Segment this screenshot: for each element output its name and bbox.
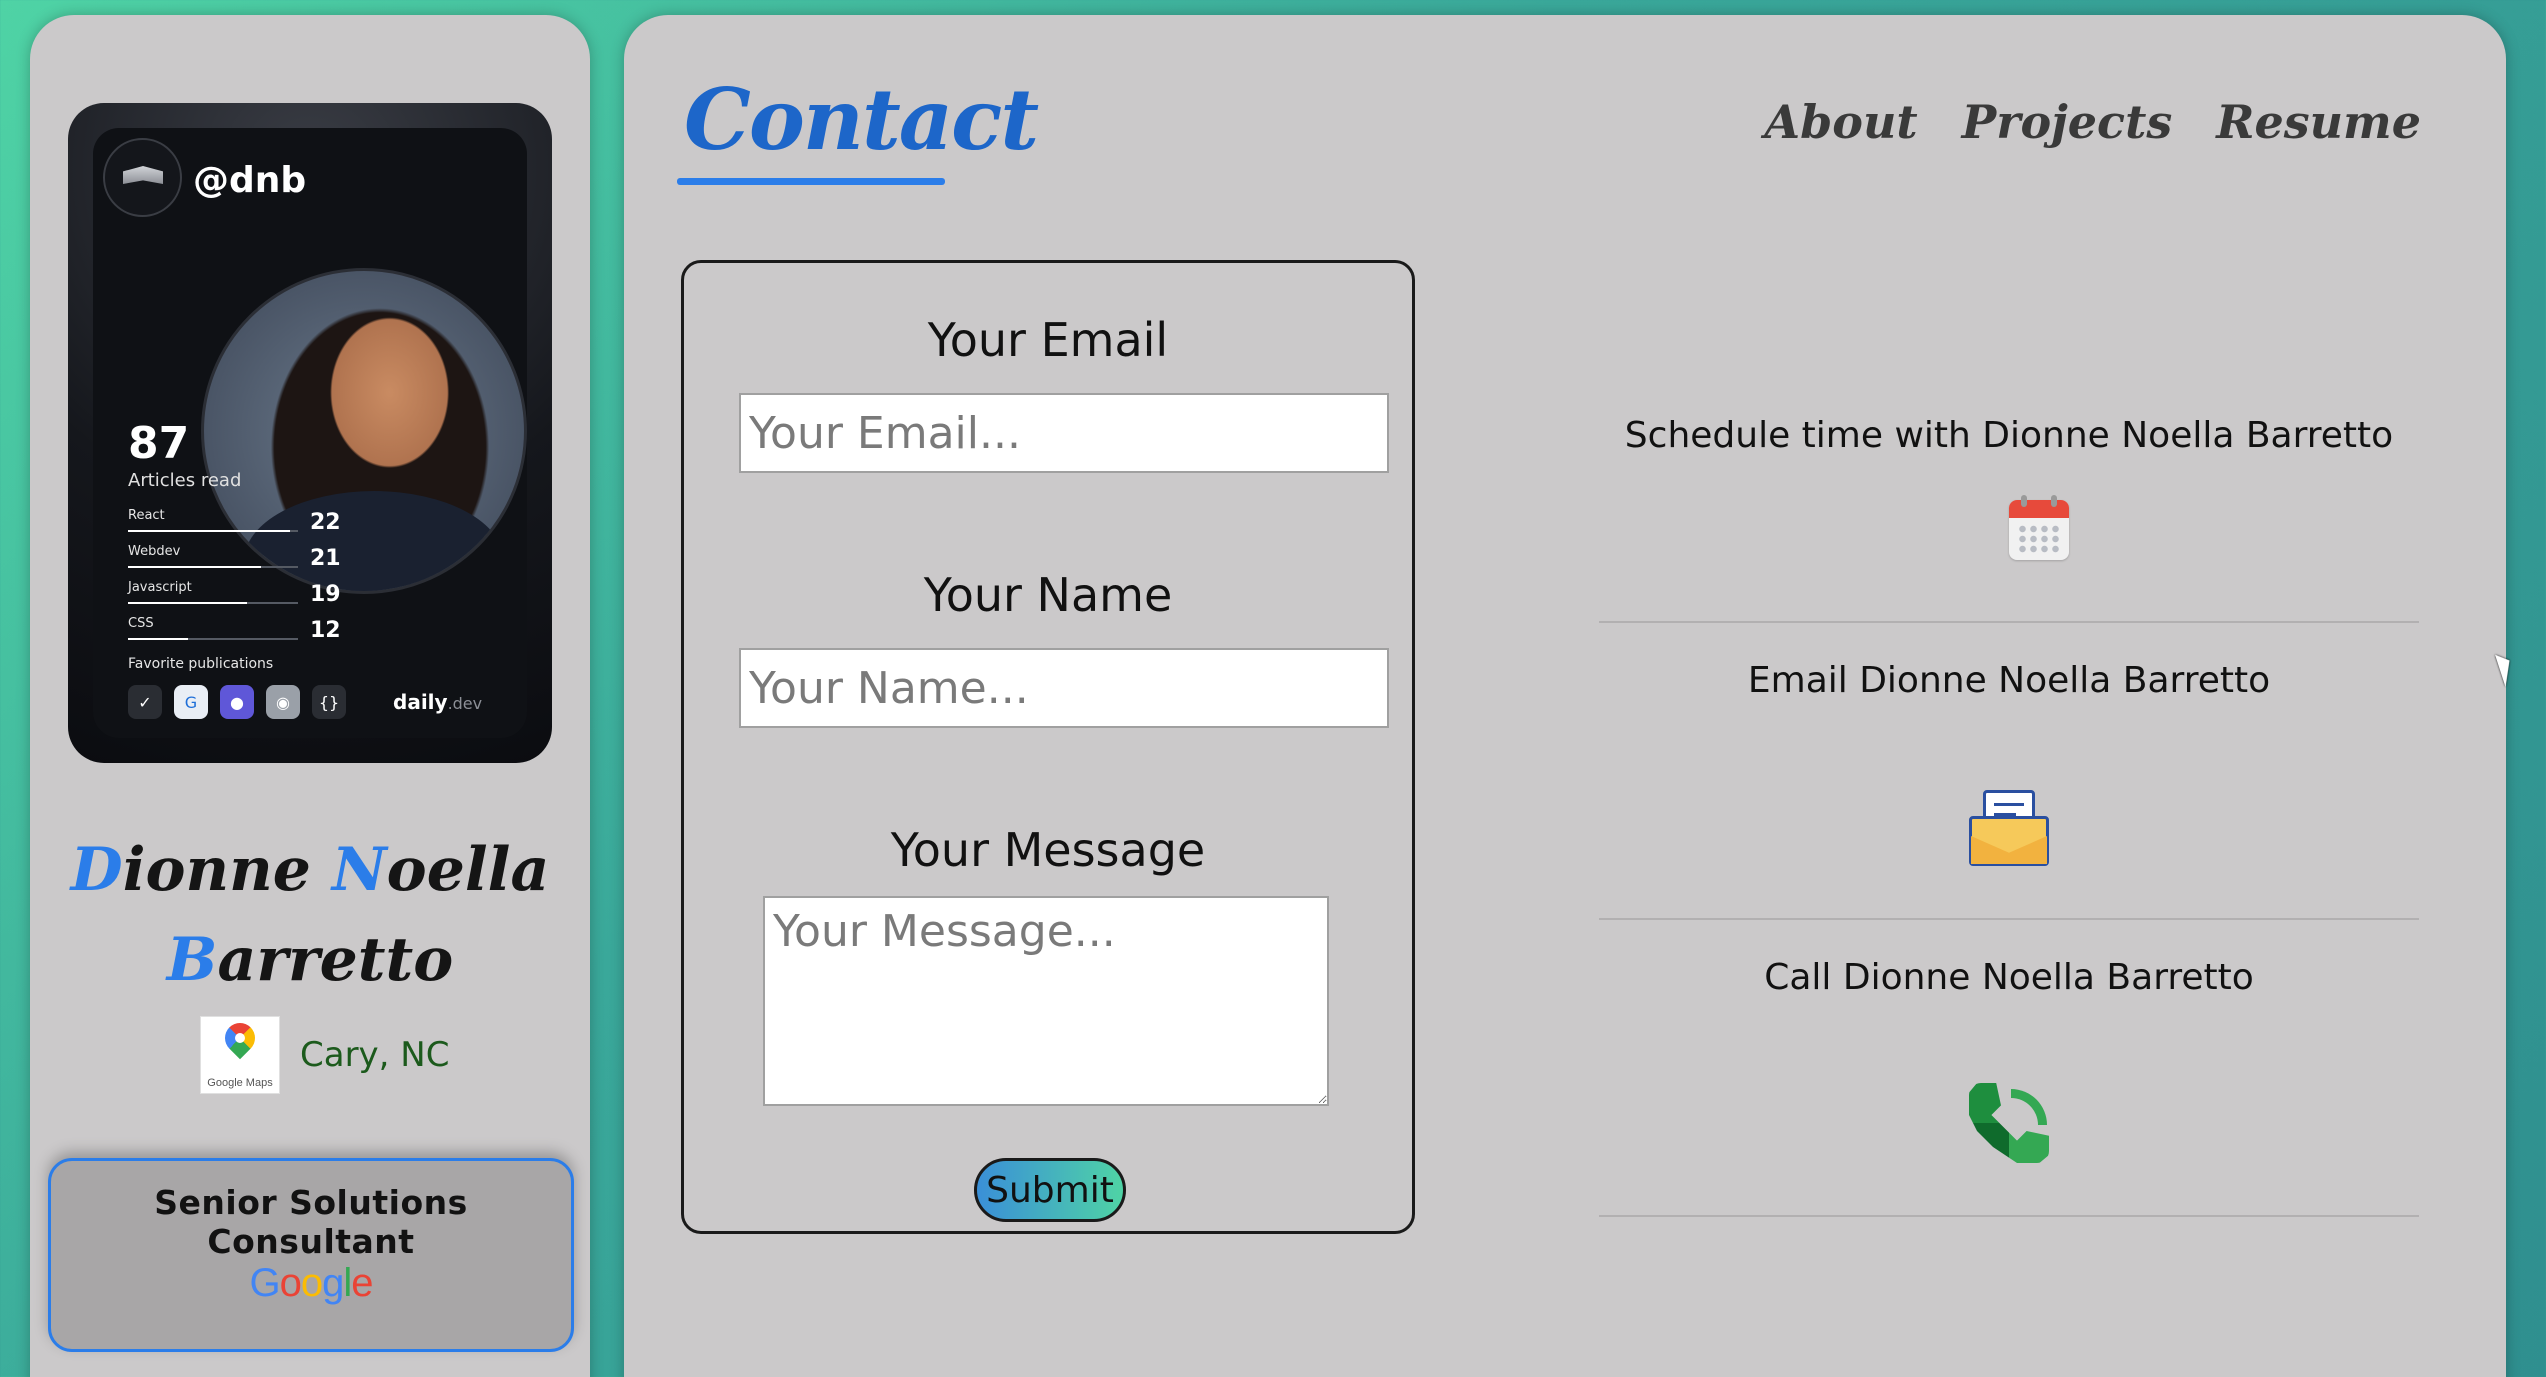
- tag-bar: [128, 530, 298, 532]
- camera-icon: ◉: [266, 685, 300, 719]
- tag-name: Javascript: [128, 580, 192, 595]
- top-nav: About Projects Resume: [1764, 95, 2421, 149]
- google-logo: Google: [249, 1261, 373, 1305]
- location-city: Cary, NC: [300, 1035, 450, 1075]
- tag-row: CSS 12: [128, 616, 348, 650]
- page-title: Contact: [684, 70, 1039, 169]
- title-underline: [677, 178, 945, 185]
- calendar-icon[interactable]: [2009, 495, 2069, 560]
- google-translate-icon: G: [174, 685, 208, 719]
- nav-resume-link[interactable]: Resume: [2216, 95, 2421, 149]
- email-label: Your Email: [927, 313, 1169, 367]
- tag-count: 19: [310, 582, 341, 607]
- tag-name: React: [128, 508, 165, 523]
- job-card: Senior Solutions Consultant Google: [48, 1158, 574, 1352]
- job-title: Senior Solutions Consultant: [154, 1183, 468, 1261]
- tag-row: React 22: [128, 508, 348, 542]
- google-maps-icon[interactable]: Google Maps: [200, 1016, 280, 1094]
- nav-about-link[interactable]: About: [1764, 95, 1917, 149]
- email-contact-label[interactable]: Email Dionne Noella Barretto: [1599, 660, 2419, 701]
- message-field[interactable]: [763, 896, 1329, 1106]
- maps-logo-label: Google Maps: [207, 1077, 273, 1089]
- tag-count: 12: [310, 618, 341, 643]
- daily-dev-card[interactable]: @dnb 87 Articles read React 22 Webdev 21…: [68, 103, 552, 763]
- call-label[interactable]: Call Dionne Noella Barretto: [1599, 957, 2419, 998]
- devcard-inner: @dnb 87 Articles read React 22 Webdev 21…: [93, 128, 527, 738]
- favorites-label: Favorite publications: [128, 656, 274, 672]
- code-braces-icon: {}: [312, 685, 346, 719]
- profile-photo-icon: ●: [220, 685, 254, 719]
- tag-name: CSS: [128, 616, 154, 631]
- devcard-handle: @dnb: [193, 160, 307, 201]
- tag-name: Webdev: [128, 544, 181, 559]
- message-label: Your Message: [890, 823, 1206, 877]
- devcard-logo-icon: [103, 138, 182, 217]
- daily-dev-brand: daily.dev: [393, 690, 482, 714]
- name-initial: B: [166, 925, 218, 995]
- favorite-publications: ✓ G ● ◉ {}: [128, 684, 346, 720]
- name-field[interactable]: [739, 648, 1389, 728]
- call-section[interactable]: Call Dionne Noella Barretto: [1599, 957, 2419, 998]
- person-name: Dionne Noella Barretto: [30, 825, 590, 1005]
- phone-icon[interactable]: [1969, 1083, 2049, 1163]
- divider: [1599, 918, 2419, 920]
- submit-button[interactable]: Submit: [974, 1158, 1126, 1222]
- tag-count: 21: [310, 546, 341, 571]
- tag-count: 22: [310, 510, 341, 535]
- divider: [1599, 1215, 2419, 1217]
- divider: [1599, 621, 2419, 623]
- tag-row: Javascript 19: [128, 580, 348, 614]
- tag-row: Webdev 21: [128, 544, 348, 578]
- email-field[interactable]: [739, 393, 1389, 473]
- hat-icon: [123, 166, 163, 184]
- main-panel: Contact About Projects Resume Your Email…: [624, 15, 2506, 1377]
- envelope-icon[interactable]: [1969, 790, 2049, 866]
- daily-dev-icon: ✓: [128, 685, 162, 719]
- brand-sub: .dev: [447, 694, 483, 713]
- name-label: Your Name: [923, 568, 1173, 622]
- location: Google Maps Cary, NC: [200, 1015, 449, 1095]
- name-part: oella: [386, 835, 550, 905]
- contact-form: Your Email Your Name Your Message Submit: [681, 260, 1415, 1234]
- articles-count: 87: [128, 418, 190, 469]
- name-part: ionne: [122, 835, 332, 905]
- tag-bar: [128, 602, 298, 604]
- name-initial: N: [331, 835, 387, 905]
- brand-main: daily: [393, 690, 448, 714]
- nav-projects-link[interactable]: Projects: [1962, 95, 2173, 149]
- name-initial: D: [70, 835, 123, 905]
- tag-bar: [128, 566, 298, 568]
- schedule-label[interactable]: Schedule time with Dionne Noella Barrett…: [1599, 415, 2419, 456]
- email-section[interactable]: Email Dionne Noella Barretto: [1599, 660, 2419, 701]
- schedule-section[interactable]: Schedule time with Dionne Noella Barrett…: [1599, 415, 2419, 456]
- avatar-shoulders: [244, 491, 504, 591]
- tag-bar: [128, 638, 298, 640]
- profile-sidebar: @dnb 87 Articles read React 22 Webdev 21…: [30, 15, 590, 1377]
- map-pin-icon: [218, 1016, 262, 1060]
- name-part: arretto: [217, 925, 454, 995]
- articles-label: Articles read: [128, 470, 242, 491]
